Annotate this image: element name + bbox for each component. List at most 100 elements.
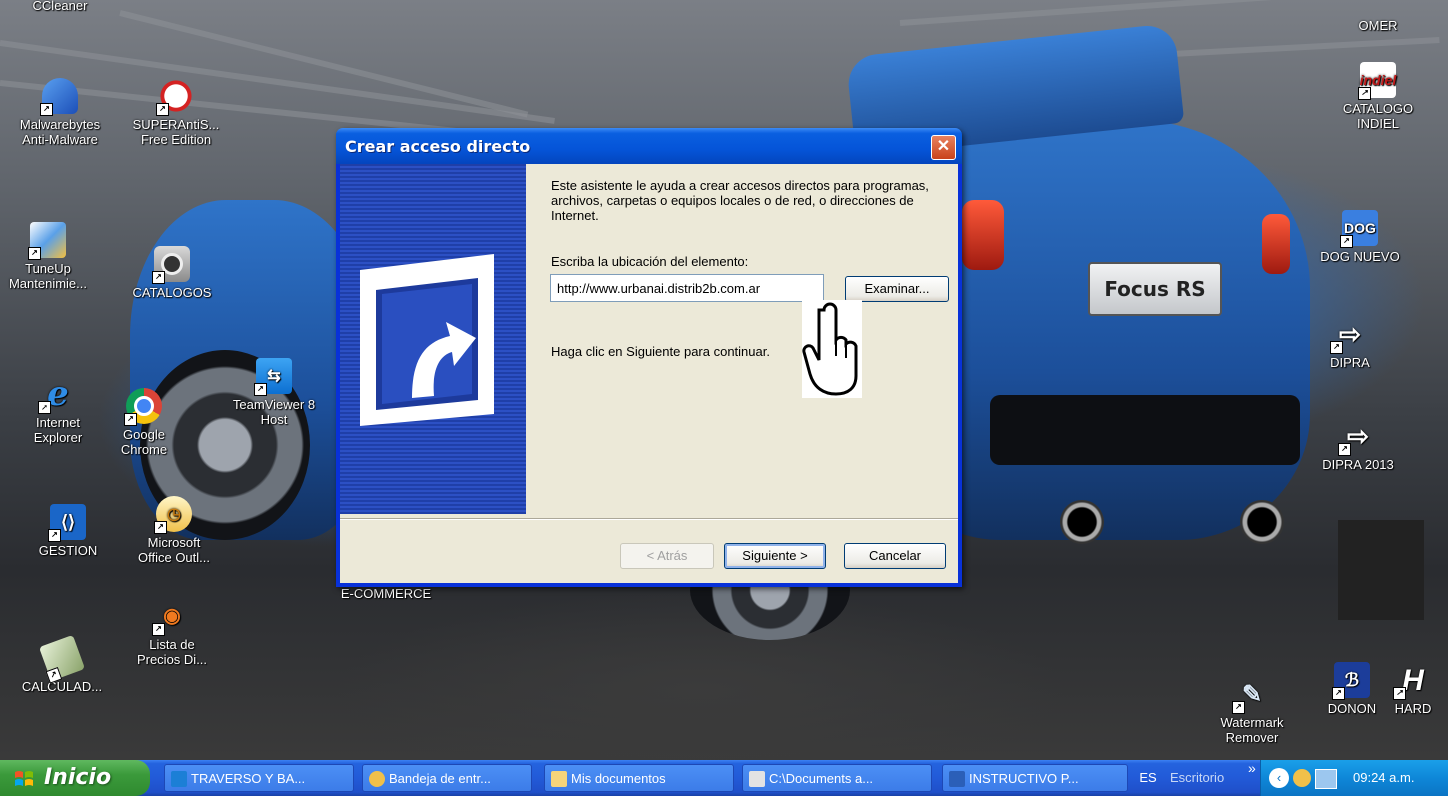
- icon-label: DIPRA: [1330, 355, 1370, 370]
- icon-label: CATALOGO: [1342, 101, 1414, 116]
- taskbar-item-label: Mis documentos: [571, 771, 666, 786]
- hand-pointer-icon: [802, 300, 862, 398]
- icon-label: Remover: [1225, 730, 1279, 745]
- toolbar-chevron-icon[interactable]: »: [1248, 760, 1256, 776]
- cancel-button[interactable]: Cancelar: [844, 543, 946, 569]
- desktop-icon-internet-explorer[interactable]: e ↗ Internet Explorer: [8, 376, 108, 446]
- icon-label: Explorer: [33, 430, 83, 445]
- car-taillight: [1262, 214, 1290, 274]
- desktop-icon-tuneup[interactable]: ↗ TuneUp Mantenimie...: [0, 222, 98, 291]
- taskbar-app-icon: [171, 771, 187, 787]
- dialog-titlebar[interactable]: Crear acceso directo ✕: [336, 128, 962, 164]
- gestion-icon: ⟨⟩ ↗: [48, 504, 86, 542]
- taskbar-item[interactable]: C:\Documents a...: [742, 764, 932, 792]
- license-plate: Focus RS: [1088, 262, 1222, 316]
- shortcut-arrow-icon: ↗: [1358, 87, 1371, 100]
- icon-label: CALCULAD...: [21, 679, 103, 694]
- car-bumper: [990, 395, 1300, 465]
- collapse-tray-icon[interactable]: ‹: [1269, 768, 1289, 788]
- clock[interactable]: 09:24 a.m.: [1353, 760, 1414, 796]
- icon-label: HARD: [1394, 701, 1432, 716]
- shortcut-arrow-icon: ↗: [1332, 687, 1345, 700]
- desktop-icon-malwarebytes[interactable]: ↗ Malwarebytes Anti-Malware: [10, 78, 110, 147]
- browse-button[interactable]: Examinar...: [845, 276, 949, 302]
- desktop-icon-ccleaner[interactable]: CCleaner: [10, 0, 110, 13]
- dog-logo-text: DOG: [1344, 219, 1376, 236]
- desktop-icon-chrome[interactable]: ↗ Google Chrome: [94, 388, 194, 457]
- desktop-icon-omer[interactable]: OMER: [1328, 18, 1428, 33]
- taskbar: Inicio TRAVERSO Y BA... Bandeja de entr.…: [0, 760, 1448, 796]
- desktop-icon-catalogo-indiel[interactable]: indiel ↗ CATALOGO INDIEL: [1328, 62, 1428, 131]
- icon-label: INDIEL: [1357, 116, 1399, 131]
- desktop-icon-dipra[interactable]: ⇨ ↗ DIPRA: [1300, 316, 1400, 370]
- dialog-client-area: Este asistente le ayuda a crear accesos …: [340, 164, 958, 583]
- taskbar-item[interactable]: Mis documentos: [544, 764, 734, 792]
- desktop-icon-outlook[interactable]: ◷ ↗ Microsoft Office Outl...: [124, 496, 224, 565]
- icon-label: CCleaner: [32, 0, 88, 13]
- teamviewer-arrows: ⇆: [267, 367, 281, 385]
- outlook-icon: ◷ ↗: [154, 496, 192, 534]
- desktop-icon-gestion[interactable]: ⟨⟩ ↗ GESTION: [18, 504, 118, 558]
- shortcut-arrow-icon: ↗: [1338, 443, 1351, 456]
- start-button[interactable]: Inicio: [0, 760, 150, 796]
- dialog-separator: [340, 518, 958, 520]
- taskbar-item[interactable]: Bandeja de entr...: [362, 764, 532, 792]
- desktop-icon-dog-nuevo[interactable]: DOG ↗ DOG NUEVO: [1310, 210, 1410, 264]
- desktop-icon-teamviewer[interactable]: ⇆ ↗ TeamViewer 8 Host: [224, 358, 324, 427]
- desktop-icon-hard[interactable]: H ↗ HARD: [1378, 662, 1448, 716]
- icon-label: Precios Di...: [136, 652, 208, 667]
- desktop-icon-superantispyware[interactable]: ↗ SUPERAntiS... Free Edition: [126, 78, 226, 147]
- desktop-icon-lista-precios[interactable]: ◉ ↗ Lista de Precios Di...: [122, 598, 222, 668]
- icon-label: Host: [260, 412, 288, 427]
- icon-label: DOG NUEVO: [1320, 249, 1400, 264]
- taskbar-item-label: TRAVERSO Y BA...: [191, 771, 306, 786]
- network-icon[interactable]: [1315, 769, 1337, 789]
- desktop-icon-catalogos[interactable]: ↗ CATALOGOS: [122, 246, 222, 300]
- desktop-icon-watermark-remover[interactable]: ✎ ↗ Watermark Remover: [1202, 676, 1302, 745]
- taskbar-item[interactable]: TRAVERSO Y BA...: [164, 764, 354, 792]
- shortcut-arrow-icon: ↗: [154, 521, 167, 534]
- chrome-icon: ↗: [124, 388, 162, 426]
- create-shortcut-dialog: Crear acceso directo ✕ Este asistente le…: [336, 128, 962, 587]
- taskbar-item-label: C:\Documents a...: [769, 771, 874, 786]
- icon-label: TuneUp: [25, 261, 71, 276]
- taskbar-item-label: Bandeja de entr...: [389, 771, 491, 786]
- close-icon: ✕: [936, 138, 951, 155]
- shortcut-arrow-icon: ↗: [1232, 701, 1245, 714]
- outlook-tray-icon[interactable]: [1293, 769, 1311, 787]
- malwarebytes-icon: ↗: [40, 78, 78, 116]
- shortcut-wizard-icon: [360, 254, 494, 426]
- icon-label: Google: [123, 427, 165, 442]
- outlook-icon: [369, 771, 385, 787]
- calculator-icon: ↗: [38, 634, 86, 684]
- icon-label: TeamViewer 8: [232, 397, 316, 412]
- wallpaper-dark-panel: [1338, 520, 1424, 620]
- desktop-icon-ecommerce[interactable]: E-COMMERCE: [336, 586, 436, 601]
- tuneup-icon: ↗: [28, 222, 66, 260]
- windows-flag-icon: [15, 771, 33, 786]
- shortcut-arrow-icon: ↗: [1340, 235, 1353, 248]
- shortcut-arrow-icon: ↗: [28, 247, 41, 260]
- location-input[interactable]: [550, 274, 824, 302]
- internet-explorer-icon: e ↗: [38, 376, 76, 414]
- desktop-icon-dipra-2013[interactable]: ⇨ ↗ DIPRA 2013: [1308, 418, 1408, 473]
- taskbar-item[interactable]: INSTRUCTIVO P...: [942, 764, 1128, 792]
- icon-label: Office Outl...: [137, 550, 210, 565]
- shortcut-arrow-icon: ↗: [152, 271, 165, 284]
- indiel-logo-text: indiel: [1359, 71, 1397, 88]
- shortcut-arrow-icon: ↗: [156, 103, 169, 116]
- icon-label: E-COMMERCE: [340, 586, 432, 601]
- lista-precios-icon: ◉ ↗: [152, 598, 190, 636]
- desktop-toolbar-label[interactable]: Escritorio: [1170, 764, 1250, 792]
- icon-label: CATALOGOS: [132, 285, 212, 300]
- desktop-icon-calculadora[interactable]: ↗ CALCULAD...: [12, 634, 112, 694]
- language-indicator[interactable]: ES: [1134, 764, 1162, 792]
- dipra-arrow-icon: ⇨ ↗: [1330, 316, 1368, 354]
- close-button[interactable]: ✕: [931, 135, 956, 160]
- next-button[interactable]: Siguiente >: [724, 543, 826, 569]
- exhaust-pipe: [1060, 500, 1104, 544]
- icon-label: Microsoft: [147, 535, 201, 550]
- shortcut-arrow-icon: ↗: [152, 623, 165, 636]
- back-button[interactable]: < Atrás: [620, 543, 714, 569]
- icon-label: GESTION: [38, 543, 98, 558]
